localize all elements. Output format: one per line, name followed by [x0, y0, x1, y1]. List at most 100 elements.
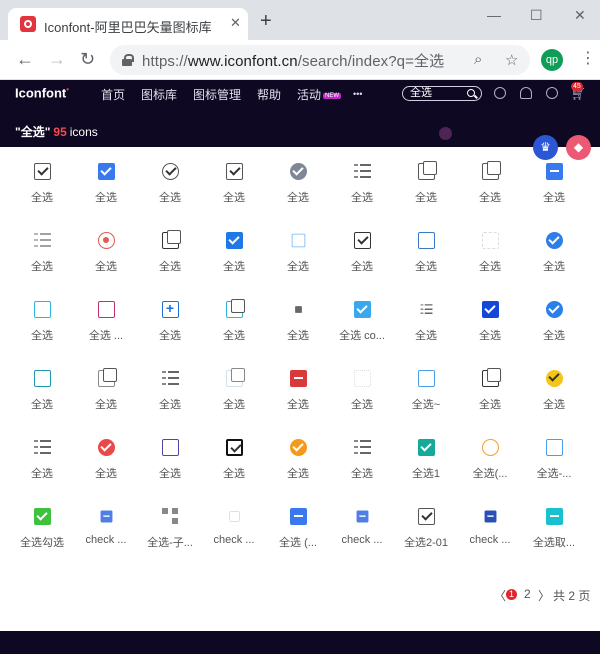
- icon-card[interactable]: 全选: [522, 291, 586, 351]
- bookmark-star-icon[interactable]: ☆: [505, 51, 518, 69]
- zoom-icon[interactable]: ⌕: [474, 51, 482, 68]
- icon-card[interactable]: 全选 ...: [74, 291, 138, 351]
- icon-card[interactable]: check ...: [330, 498, 394, 558]
- check-circle-red-icon: [98, 439, 115, 456]
- icon-card[interactable]: 全选: [74, 222, 138, 282]
- icon-name: 全选取...: [532, 537, 576, 549]
- icon-card[interactable]: check ...: [202, 498, 266, 558]
- checkbox-red-mark-icon: [98, 301, 115, 318]
- icon-card[interactable]: 全选: [138, 360, 202, 420]
- icon-card[interactable]: 全选: [266, 360, 330, 420]
- icon-name: 全选: [95, 399, 117, 411]
- icon-card[interactable]: 全选: [266, 222, 330, 282]
- icon-name: 全选: [159, 468, 181, 480]
- icon-name: 全选: [351, 192, 373, 204]
- current-page[interactable]: 1: [506, 589, 517, 600]
- icon-card[interactable]: check ...: [74, 498, 138, 558]
- site-search-input[interactable]: 全选: [402, 86, 482, 101]
- message-icon[interactable]: [546, 87, 558, 99]
- lock-icon[interactable]: [122, 54, 134, 66]
- check-circle-grey-icon: [290, 163, 307, 180]
- icon-card[interactable]: 全选: [458, 360, 522, 420]
- icon-card[interactable]: 全选: [330, 360, 394, 420]
- icon-card[interactable]: 全选: [394, 291, 458, 351]
- forward-button[interactable]: →: [48, 49, 66, 69]
- github-icon[interactable]: [494, 87, 506, 99]
- icon-card[interactable]: 全选(...: [458, 429, 522, 489]
- tab-close-icon[interactable]: ✕: [230, 15, 241, 31]
- upload-cloud-icon[interactable]: [520, 87, 532, 99]
- icon-card[interactable]: check ...: [458, 498, 522, 558]
- prev-page-button[interactable]: 〈: [494, 587, 506, 604]
- icon-name: 全选: [287, 192, 309, 204]
- browser-tab[interactable]: Iconfont-阿里巴巴矢量图标库 ✕: [8, 8, 248, 40]
- icon-card[interactable]: 全选取...: [522, 498, 586, 558]
- checkbox-stack-grey-icon: [98, 368, 117, 387]
- search-icon[interactable]: [467, 89, 475, 97]
- icon-card[interactable]: 全选: [330, 429, 394, 489]
- url-text[interactable]: https://www.iconfont.cn/search/index?q=全…: [142, 50, 444, 71]
- icon-card[interactable]: 全选: [458, 291, 522, 351]
- icon-card[interactable]: 全选: [74, 153, 138, 213]
- address-bar[interactable]: https://www.iconfont.cn/search/index?q=全…: [110, 45, 530, 75]
- icon-card[interactable]: 全选: [10, 429, 74, 489]
- icon-card[interactable]: 全选: [138, 429, 202, 489]
- icon-card[interactable]: 全选: [10, 222, 74, 282]
- icon-card[interactable]: 全选: [202, 291, 266, 351]
- icon-card[interactable]: 全选1: [394, 429, 458, 489]
- minimize-button[interactable]: —: [487, 7, 501, 23]
- icon-card[interactable]: 全选 co...: [330, 291, 394, 351]
- icon-card[interactable]: 全选: [266, 429, 330, 489]
- nav-help[interactable]: 帮助: [257, 86, 281, 103]
- icon-card[interactable]: 全选: [394, 153, 458, 213]
- reload-button[interactable]: ↻: [80, 49, 95, 69]
- icon-card[interactable]: 全选: [10, 291, 74, 351]
- icon-card[interactable]: 全选: [330, 222, 394, 282]
- icon-card[interactable]: 全选: [74, 360, 138, 420]
- icon-card[interactable]: 全选: [266, 291, 330, 351]
- icon-name: 全选: [543, 192, 565, 204]
- icon-card[interactable]: 全选: [202, 360, 266, 420]
- icon-card[interactable]: 全选: [138, 222, 202, 282]
- icon-card[interactable]: 全选: [74, 429, 138, 489]
- new-tab-button[interactable]: +: [260, 11, 272, 31]
- icon-card[interactable]: 全选: [458, 153, 522, 213]
- nav-activity[interactable]: 活动 NEW: [297, 86, 342, 103]
- tab-title: Iconfont-阿里巴巴矢量图标库: [44, 20, 212, 35]
- icon-card[interactable]: 全选: [202, 429, 266, 489]
- icon-card[interactable]: 全选 (...: [266, 498, 330, 558]
- icon-card[interactable]: 全选: [522, 222, 586, 282]
- icon-card[interactable]: 全选-...: [522, 429, 586, 489]
- back-button[interactable]: ←: [16, 49, 34, 69]
- icon-card[interactable]: 全选: [202, 222, 266, 282]
- icon-card[interactable]: 全选勾选: [10, 498, 74, 558]
- nav-icon-management[interactable]: 图标管理: [193, 86, 241, 103]
- profile-avatar[interactable]: qp: [541, 49, 563, 71]
- icon-card[interactable]: 全选: [330, 153, 394, 213]
- icon-card[interactable]: 全选: [522, 360, 586, 420]
- iconfont-logo[interactable]: Iconfont•: [15, 85, 69, 100]
- icon-name: 全选: [95, 468, 117, 480]
- icon-card[interactable]: 全选: [138, 153, 202, 213]
- icon-card[interactable]: 全选: [522, 153, 586, 213]
- icon-card[interactable]: 全选: [10, 153, 74, 213]
- nav-icon-library[interactable]: 图标库: [141, 86, 177, 103]
- icon-card[interactable]: 全选: [138, 291, 202, 351]
- minus-square-small-blue-icon: [356, 510, 369, 523]
- browser-menu-icon[interactable]: ⋮: [580, 48, 596, 70]
- icon-card[interactable]: 全选: [202, 153, 266, 213]
- next-page-button[interactable]: 〉: [538, 587, 550, 604]
- icon-card[interactable]: 全选: [458, 222, 522, 282]
- icon-card[interactable]: 全选~: [394, 360, 458, 420]
- close-window-button[interactable]: ✕: [574, 7, 586, 24]
- maximize-button[interactable]: ☐: [530, 7, 543, 24]
- icon-card[interactable]: 全选2-01: [394, 498, 458, 558]
- icon-card[interactable]: 全选: [394, 222, 458, 282]
- icon-name: 全选: [287, 330, 309, 342]
- nav-home[interactable]: 首页: [101, 86, 125, 103]
- icon-card[interactable]: 全选-子...: [138, 498, 202, 558]
- page-2-link[interactable]: 2: [524, 587, 531, 601]
- more-menu-icon[interactable]: •••: [353, 89, 362, 99]
- icon-card[interactable]: 全选: [10, 360, 74, 420]
- icon-card[interactable]: 全选: [266, 153, 330, 213]
